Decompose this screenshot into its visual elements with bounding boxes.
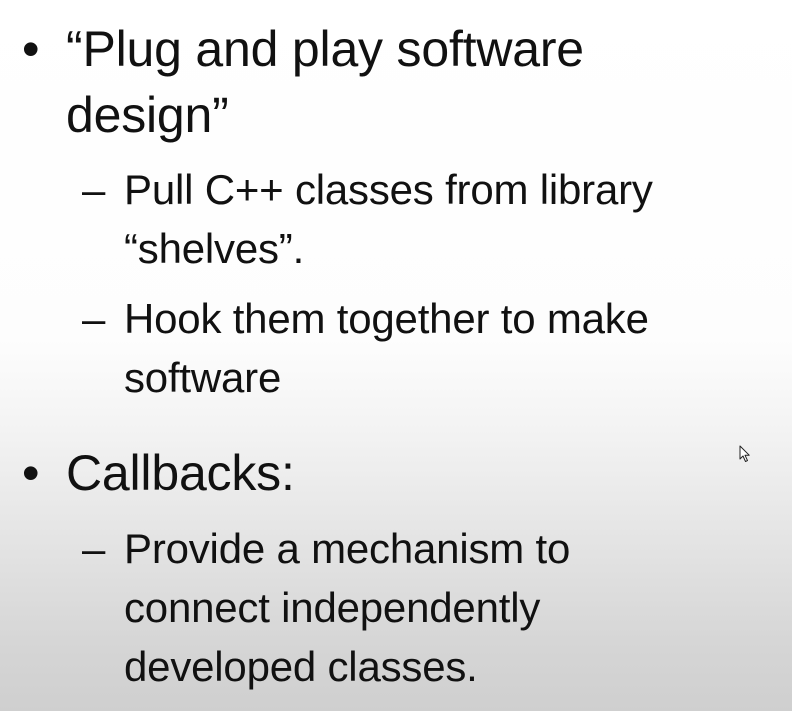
bullet-text: Callbacks: bbox=[66, 445, 295, 501]
sub-bullet-text: Hook them together to make software bbox=[124, 295, 649, 401]
bullet-marker: • bbox=[22, 445, 40, 501]
sub-bullet-marker: – bbox=[82, 166, 106, 213]
bullet-marker: • bbox=[22, 21, 40, 77]
bullet-text: “Plug and play software design” bbox=[66, 21, 584, 143]
sub-bullet-text: Pull C++ classes from library “shelves”. bbox=[124, 166, 653, 272]
sub-bullet-item-hook-together: – Hook them together to make software bbox=[82, 289, 772, 407]
sub-bullet-item-pull-classes: – Pull C++ classes from library “shelves… bbox=[82, 160, 772, 278]
bullet-item-plug-and-play: • “Plug and play software design” bbox=[22, 16, 742, 148]
mouse-pointer-icon bbox=[739, 445, 750, 462]
sub-bullet-item-provide-mechanism: – Provide a mechanism to connect indepen… bbox=[82, 519, 772, 696]
sub-bullet-marker: – bbox=[82, 525, 106, 572]
sub-bullet-marker: – bbox=[82, 295, 106, 342]
sub-bullet-text: Provide a mechanism to connect independe… bbox=[124, 525, 571, 690]
bullet-item-callbacks: • Callbacks: bbox=[22, 440, 742, 506]
slide: • “Plug and play software design” – Pull… bbox=[0, 0, 792, 711]
